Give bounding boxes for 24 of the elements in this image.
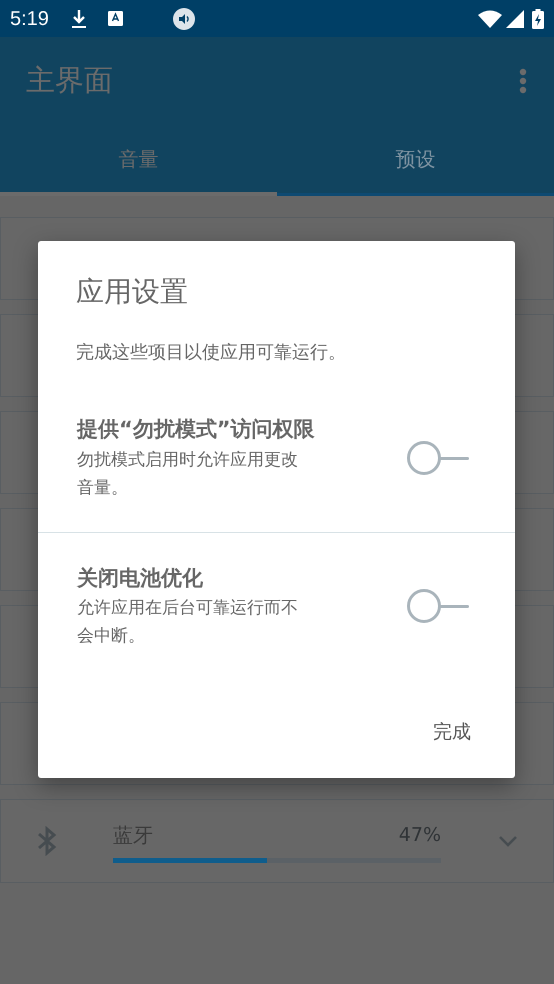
dialog-message: 完成这些项目以使应用可靠运行。 xyxy=(76,341,347,365)
wifi-icon xyxy=(478,10,502,28)
volume-slider[interactable] xyxy=(113,858,441,862)
tab[interactable]: 预设 xyxy=(277,125,554,196)
battery-icon xyxy=(532,8,544,28)
clock: 5:19 xyxy=(10,6,49,32)
bluetooth-icon xyxy=(37,826,57,856)
keyboard-icon xyxy=(108,11,123,26)
volume-reading: 47% xyxy=(398,823,441,848)
toggle-switch[interactable] xyxy=(407,440,469,475)
chevron-down-icon[interactable] xyxy=(499,836,517,846)
volume-icon xyxy=(172,8,195,30)
setting-title: 提供“勿扰模式”访问权限 xyxy=(77,416,316,443)
more-menu-icon[interactable] xyxy=(519,68,527,94)
setting-description: 勿扰模式启用时允许应用更改音量。 xyxy=(77,448,299,500)
dialog-title: 应用设置 xyxy=(76,274,189,310)
signal-icon xyxy=(506,10,524,28)
setting-description: 允许应用在后台可靠运行而不会中断。 xyxy=(77,597,299,648)
download-icon xyxy=(70,8,87,28)
tab[interactable]: 音量 xyxy=(0,125,277,196)
toggle-switch[interactable] xyxy=(407,589,469,624)
done-button[interactable]: 完成 xyxy=(425,710,479,754)
app-title: 主界面 xyxy=(26,62,113,100)
setting-title: 关闭电池优化 xyxy=(77,564,204,592)
